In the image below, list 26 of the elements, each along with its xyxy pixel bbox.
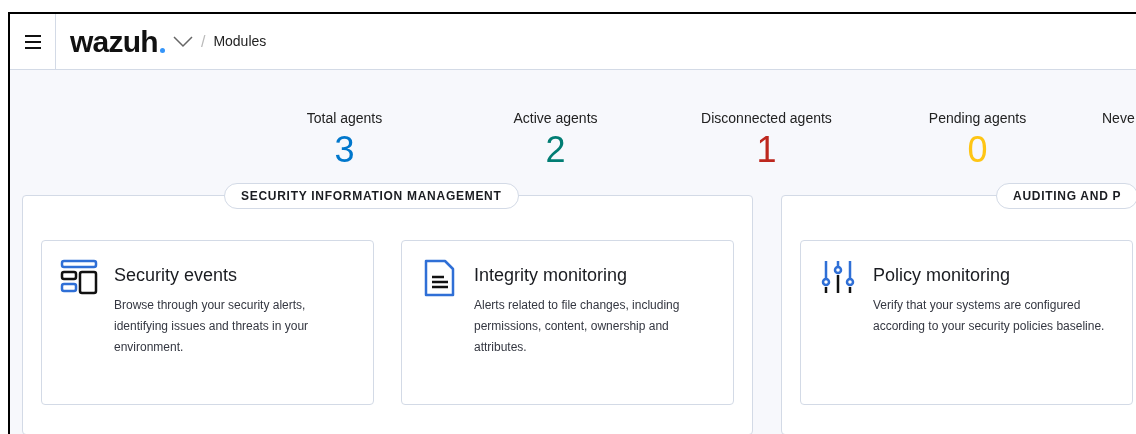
stat-label: Pending agents <box>928 109 1027 128</box>
card-description: Verify that your systems are configured according to your security policies baseline. <box>873 297 1106 335</box>
module-card[interactable]: Integrity monitoring Alerts related to file changes, including permissions, content, ownership and attributes. <box>401 240 734 405</box>
document-icon <box>422 259 456 297</box>
module-card[interactable]: Policy monitoring Verify that your systems are configured according to your security policies baseline. <box>800 240 1133 405</box>
card-title: Integrity monitoring <box>474 264 629 287</box>
stat-value[interactable]: 3 <box>334 129 355 171</box>
logo[interactable]: wazuh <box>70 26 158 57</box>
breadcrumb-separator: / <box>200 31 206 52</box>
stat-label: Disconnected agents <box>701 109 832 128</box>
stat-label: Neve <box>1102 109 1135 128</box>
stat-value[interactable]: 2 <box>545 129 566 171</box>
sliders-icon <box>820 259 856 295</box>
section-title: AUDITING AND P <box>996 183 1136 209</box>
layout-icon <box>60 259 98 295</box>
card-description: Browse through your security alerts, identifying issues and threats in your environment. <box>114 297 310 356</box>
stat-label: Active agents <box>513 109 598 128</box>
card-title: Security events <box>114 264 239 287</box>
card-description: Alerts related to file changes, including permissions, content, ownership and attributes. <box>474 297 681 356</box>
card-title: Policy monitoring <box>873 264 1012 287</box>
stat-value[interactable]: 1 <box>756 129 777 171</box>
section-title: SECURITY INFORMATION MANAGEMENT <box>224 183 519 209</box>
chevron-down-icon[interactable] <box>172 35 193 48</box>
module-card[interactable]: Security events Browse through your security alerts, identifying issues and threats in your environment. <box>41 240 374 405</box>
breadcrumb: Modules <box>213 32 267 51</box>
stat-label: Total agents <box>306 109 383 128</box>
